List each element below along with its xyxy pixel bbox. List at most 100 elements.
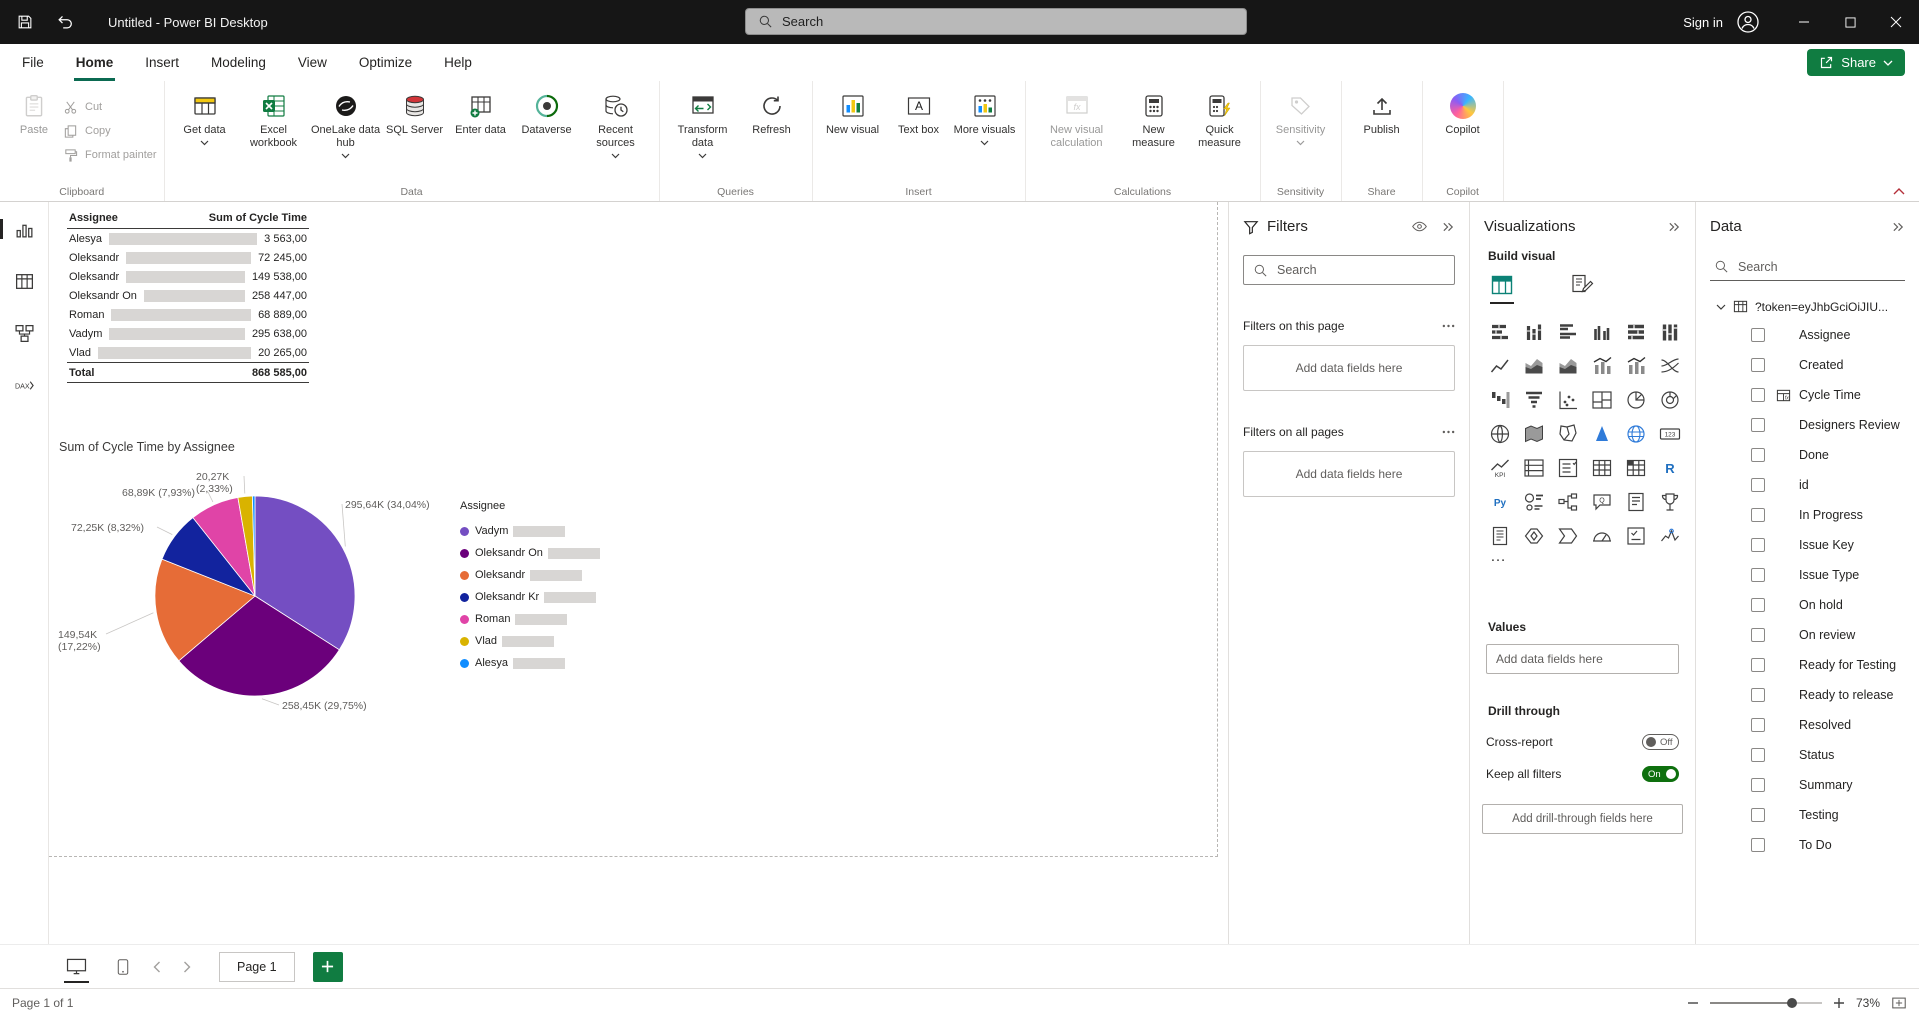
table-view-button[interactable] xyxy=(9,266,39,296)
format-visual-tab[interactable] xyxy=(1570,273,1594,304)
menu-tab-optimize[interactable]: Optimize xyxy=(343,44,428,81)
copilot-button[interactable]: Copilot xyxy=(1430,87,1496,137)
map-icon[interactable] xyxy=(1488,422,1512,446)
share-button[interactable]: Share xyxy=(1807,49,1905,76)
paginated-report-icon[interactable] xyxy=(1488,524,1512,548)
field-checkbox[interactable] xyxy=(1751,598,1765,612)
more-visual-types[interactable]: … xyxy=(1490,550,1695,564)
filled-map-icon[interactable] xyxy=(1522,422,1546,446)
field-checkbox[interactable] xyxy=(1751,508,1765,522)
decomposition-tree-icon[interactable] xyxy=(1556,490,1580,514)
data-field-issue-key[interactable]: Issue Key xyxy=(1696,530,1919,560)
more-visuals-button[interactable]: More visuals xyxy=(952,87,1018,146)
field-checkbox[interactable] xyxy=(1751,568,1765,582)
page-tab[interactable]: Page 1 xyxy=(219,952,295,982)
field-checkbox[interactable] xyxy=(1751,838,1765,852)
filters-search-input[interactable]: Search xyxy=(1243,255,1455,285)
data-field-status[interactable]: Status xyxy=(1696,740,1919,770)
build-visual-tab[interactable] xyxy=(1490,273,1514,304)
multi-row-card-icon[interactable] xyxy=(1522,456,1546,480)
area-chart-icon[interactable] xyxy=(1522,354,1546,378)
maximize-button[interactable] xyxy=(1827,0,1873,44)
zoom-in-button[interactable] xyxy=(1833,997,1845,1009)
slicer-icon[interactable] xyxy=(1556,456,1580,480)
zoom-out-button[interactable] xyxy=(1687,997,1699,1009)
100-stacked-bar-chart-icon[interactable] xyxy=(1624,320,1648,344)
legend-item-oleksandr-on[interactable]: Oleksandr On xyxy=(460,542,600,564)
chevron-down-icon[interactable] xyxy=(1716,304,1726,310)
more-options-icon[interactable] xyxy=(1442,430,1455,434)
collapse-pane-icon[interactable] xyxy=(1892,221,1905,233)
smart-narrative-icon[interactable] xyxy=(1624,490,1648,514)
filters-all-pages-dropzone[interactable]: Add data fields here xyxy=(1243,451,1455,497)
legend-item-roman[interactable]: Roman xyxy=(460,608,600,630)
kpi-icon[interactable]: KPI xyxy=(1488,456,1512,480)
menu-tab-modeling[interactable]: Modeling xyxy=(195,44,282,81)
save-icon[interactable] xyxy=(10,7,40,37)
shape-map-icon[interactable] xyxy=(1556,422,1580,446)
onelake-data-hub-button[interactable]: OneLake data hub xyxy=(310,87,382,159)
clustered-column-chart-icon[interactable] xyxy=(1590,320,1614,344)
account-avatar[interactable] xyxy=(1735,9,1761,35)
field-checkbox[interactable] xyxy=(1751,328,1765,342)
paste-button[interactable]: Paste xyxy=(7,87,61,137)
collapse-ribbon-icon[interactable] xyxy=(1893,188,1905,195)
sql-server-button[interactable]: SQL Server xyxy=(382,87,448,137)
field-checkbox[interactable] xyxy=(1751,418,1765,432)
recent-sources-button[interactable]: Recent sources xyxy=(580,87,652,159)
collapse-pane-icon[interactable] xyxy=(1442,221,1455,233)
python-visual-icon[interactable]: Py xyxy=(1488,490,1512,514)
funnel-chart-icon[interactable] xyxy=(1522,388,1546,412)
excel-workbook-button[interactable]: Excel workbook xyxy=(238,87,310,150)
field-checkbox[interactable] xyxy=(1751,778,1765,792)
table-row[interactable]: Oleksandr On258 447,00 xyxy=(67,286,309,305)
data-field-resolved[interactable]: Resolved xyxy=(1696,710,1919,740)
data-field-id[interactable]: id xyxy=(1696,470,1919,500)
data-table-node[interactable]: ?token=eyJhbGciOiJIU... xyxy=(1716,299,1919,314)
pie-chart-visual[interactable]: Sum of Cycle Time by Assignee 295,64K (3… xyxy=(49,436,645,738)
enter-data-button[interactable]: Enter data xyxy=(448,87,514,137)
table-row[interactable]: Oleksandr149 538,00 xyxy=(67,267,309,286)
field-checkbox[interactable] xyxy=(1751,358,1765,372)
values-dropzone[interactable]: Add data fields here xyxy=(1486,644,1679,674)
r-script-visual-icon[interactable]: R xyxy=(1658,456,1682,480)
get-data-button[interactable]: Get data xyxy=(172,87,238,146)
legend-item-alesya[interactable]: Alesya xyxy=(460,652,600,674)
field-checkbox[interactable] xyxy=(1751,538,1765,552)
data-field-testing[interactable]: Testing xyxy=(1696,800,1919,830)
table-visual[interactable]: AssigneeSum of Cycle TimeAlesya3 563,00O… xyxy=(67,208,309,383)
collapse-pane-icon[interactable] xyxy=(1668,221,1681,233)
legend-item-vlad[interactable]: Vlad xyxy=(460,630,600,652)
field-checkbox[interactable] xyxy=(1751,388,1765,402)
field-checkbox[interactable] xyxy=(1751,748,1765,762)
data-field-ready-for-testing[interactable]: Ready for Testing xyxy=(1696,650,1919,680)
line-chart-icon[interactable] xyxy=(1488,354,1512,378)
scorecard-icon[interactable] xyxy=(1624,524,1648,548)
model-view-button[interactable] xyxy=(9,318,39,348)
anomaly-detection-icon[interactable] xyxy=(1658,524,1682,548)
table-row[interactable]: Roman68 889,00 xyxy=(67,305,309,324)
global-search-input[interactable]: Search xyxy=(745,8,1247,35)
data-field-done[interactable]: Done xyxy=(1696,440,1919,470)
table-row[interactable]: Alesya3 563,00 xyxy=(67,229,309,248)
keep-all-filters-toggle[interactable]: On xyxy=(1642,766,1679,782)
field-checkbox[interactable] xyxy=(1751,478,1765,492)
scatter-chart-icon[interactable] xyxy=(1556,388,1580,412)
mobile-layout-button[interactable] xyxy=(115,954,131,980)
zoom-slider[interactable] xyxy=(1710,997,1822,1009)
waterfall-chart-icon[interactable] xyxy=(1488,388,1512,412)
donut-chart-icon[interactable] xyxy=(1658,388,1682,412)
field-checkbox[interactable] xyxy=(1751,628,1765,642)
clustered-bar-chart-icon[interactable] xyxy=(1556,320,1580,344)
format-painter-button[interactable]: Format painter xyxy=(63,143,157,167)
table-row[interactable]: Vlad20 265,00 xyxy=(67,343,309,362)
desktop-layout-button[interactable] xyxy=(64,954,89,979)
data-field-to-do[interactable]: To Do xyxy=(1696,830,1919,860)
data-field-summary[interactable]: Summary xyxy=(1696,770,1919,800)
stacked-bar-chart-icon[interactable] xyxy=(1488,320,1512,344)
power-apps-icon[interactable] xyxy=(1522,524,1546,548)
stacked-area-chart-icon[interactable] xyxy=(1556,354,1580,378)
minimize-button[interactable] xyxy=(1781,0,1827,44)
data-search-input[interactable]: Search xyxy=(1710,253,1905,281)
eye-icon[interactable] xyxy=(1411,218,1428,235)
